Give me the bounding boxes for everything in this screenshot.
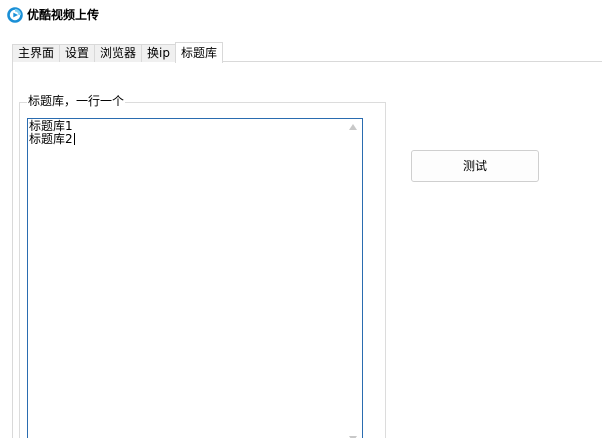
textarea-content[interactable]: 标题库1 标题库2 (29, 120, 347, 146)
line-text: 标题库1 (29, 119, 73, 133)
tab-browser[interactable]: 浏览器 (94, 44, 143, 62)
window-title: 优酷视频上传 (27, 8, 100, 22)
tab-strip: 主界面 设置 浏览器 换ip 标题库 (12, 42, 224, 63)
list-item: 标题库2 (29, 133, 347, 146)
app-window: 优酷视频上传 主界面 设置 浏览器 换ip 标题库 标题库，一行一个 标题库1 … (0, 0, 602, 438)
app-logo-icon (7, 7, 23, 23)
scroll-up-arrow-icon[interactable] (349, 124, 357, 130)
list-item: 标题库1 (29, 120, 347, 133)
test-button[interactable]: 测试 (411, 150, 539, 182)
text-caret (73, 133, 75, 145)
title-list-textarea[interactable]: 标题库1 标题库2 (27, 118, 363, 438)
textarea-scrollbar[interactable] (345, 119, 362, 438)
group-label: 标题库，一行一个 (27, 94, 126, 108)
title-bar[interactable]: 优酷视频上传 (0, 0, 602, 30)
tab-change-ip[interactable]: 换ip (141, 44, 176, 62)
tab-main[interactable]: 主界面 (12, 44, 61, 62)
tab-settings[interactable]: 设置 (59, 44, 96, 62)
tab-title-library[interactable]: 标题库 (175, 42, 224, 63)
line-text: 标题库2 (29, 132, 73, 146)
